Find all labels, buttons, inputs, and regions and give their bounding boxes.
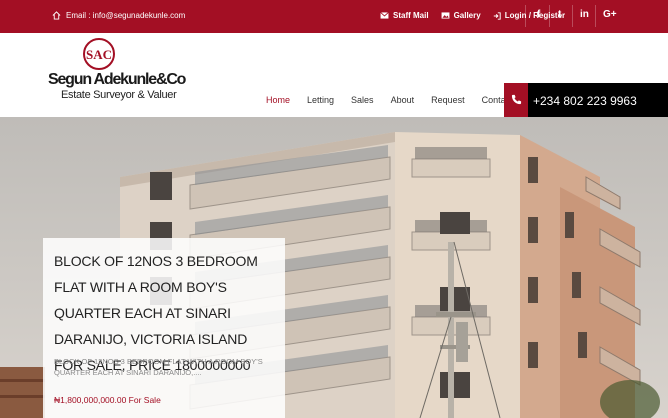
divider [595,5,596,27]
sac-monogram-icon: SAC [83,38,115,70]
top-links: Staff Mail Gallery Login / Register [380,11,577,20]
nav-about[interactable]: About [391,95,415,105]
nav-request[interactable]: Request [431,95,465,105]
hero-slider: BLOCK OF 12NOS 3 BEDROOM FLAT WITH A ROO… [0,117,668,418]
facebook-icon[interactable]: f [537,9,540,20]
divider [572,5,573,27]
home-icon [52,11,61,20]
divider [525,5,526,27]
divider [549,5,550,27]
company-logo[interactable]: SAC Segun Adekunle&Co Estate Surveyor & … [48,37,186,103]
nav-home[interactable]: Home [266,95,290,105]
gallery-link[interactable]: Gallery [441,11,481,20]
main-nav: Home Letting Sales About Request Contact… [266,95,534,105]
login-register-link[interactable]: Login / Register [493,11,565,20]
listing-description: BLOCK OF 12NOS 3 BEDROOM FLAT WITH A ROO… [54,357,263,377]
nav-sales[interactable]: Sales [351,95,374,105]
envelope-icon [380,12,389,19]
email-contact[interactable]: Email : info@segunadekunle.com [52,11,185,20]
gallery-label: Gallery [453,11,481,20]
hero-caption-card[interactable]: BLOCK OF 12NOS 3 BEDROOM FLAT WITH A ROO… [43,238,285,418]
company-tagline: Estate Surveyor & Valuer [61,89,177,101]
phone-icon [511,94,522,105]
gallery-icon [441,12,449,19]
top-bar: Email : info@segunadekunle.com Staff Mai… [0,0,668,33]
linkedin-icon[interactable]: in [580,9,589,20]
company-name: Segun Adekunle&Co [48,71,186,88]
phone-number: +234 802 223 9963 [533,94,637,108]
login-register-label: Login / Register [504,11,566,20]
nav-letting[interactable]: Letting [307,95,334,105]
staff-mail-link[interactable]: Staff Mail [380,11,429,20]
twitter-icon[interactable]: t [558,9,561,20]
google-plus-icon[interactable]: G+ [603,9,617,20]
listing-price: ₦1,800,000,000.00 For Sale [54,395,161,405]
phone-box[interactable]: +234 802 223 9963 [504,83,668,117]
staff-mail-label: Staff Mail [393,11,429,20]
svg-text:SAC: SAC [86,47,112,62]
login-icon [493,11,501,20]
phone-icon-box [504,83,528,117]
email-text: Email : info@segunadekunle.com [66,11,186,20]
site-header: SAC Segun Adekunle&Co Estate Surveyor & … [0,33,668,117]
